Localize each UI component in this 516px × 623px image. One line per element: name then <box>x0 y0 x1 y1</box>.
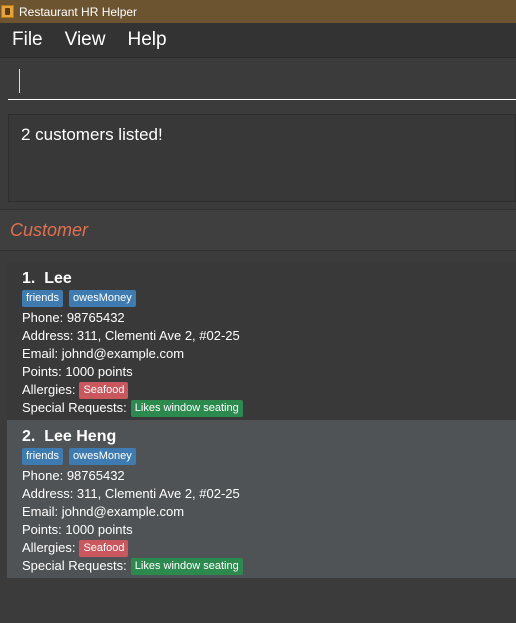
customer-index: 1. <box>22 270 36 287</box>
tag-list: friends owesMoney <box>22 448 516 466</box>
request-badge: Likes window seating <box>130 557 243 575</box>
points-field: Points: 1000 points <box>22 522 133 537</box>
customer-list[interactable]: 1. Lee friends owesMoney Phone: 98765432… <box>7 262 516 578</box>
menu-help[interactable]: Help <box>127 29 166 51</box>
result-display: 2 customers listed! <box>8 114 516 202</box>
address-field: Address: 311, Clementi Ave 2, #02-25 <box>22 328 240 343</box>
tag-badge: owesMoney <box>69 290 136 307</box>
customer-name-text: Lee <box>44 270 72 287</box>
allergy-badge: Seafood <box>79 381 129 399</box>
menu-bar: File View Help <box>0 23 516 57</box>
list-header: Customer <box>0 209 516 251</box>
customer-index: 2. <box>22 428 36 445</box>
phone-field: Phone: 98765432 <box>22 310 125 325</box>
customer-card[interactable]: 2. Lee Heng friends owesMoney Phone: 987… <box>7 420 516 578</box>
title-bar: Restaurant HR Helper <box>0 0 516 23</box>
allergies-label: Allergies: <box>22 382 76 397</box>
allergies-field: Allergies: Seafood <box>22 381 516 399</box>
address-field: Address: 311, Clementi Ave 2, #02-25 <box>22 486 240 501</box>
result-message: 2 customers listed! <box>21 125 163 144</box>
tag-badge: friends <box>22 290 64 307</box>
special-requests-label: Special Requests: <box>22 400 127 415</box>
customer-name: 1. Lee <box>22 268 516 289</box>
tag-badge: owesMoney <box>69 448 136 465</box>
allergy-badge: Seafood <box>79 539 129 557</box>
special-requests-field: Special Requests: Likes window seating <box>22 557 516 575</box>
allergies-label: Allergies: <box>22 540 76 555</box>
window-title: Restaurant HR Helper <box>19 4 138 19</box>
customer-name-text: Lee Heng <box>44 428 117 445</box>
command-box <box>0 58 516 106</box>
customer-name: 2. Lee Heng <box>22 426 516 447</box>
email-field: Email: johnd@example.com <box>22 504 185 519</box>
special-requests-field: Special Requests: Likes window seating <box>22 399 516 417</box>
menu-file[interactable]: File <box>12 29 43 51</box>
request-badge: Likes window seating <box>130 399 243 417</box>
tag-list: friends owesMoney <box>22 290 516 308</box>
email-field: Email: johnd@example.com <box>22 346 185 361</box>
phone-field: Phone: 98765432 <box>22 468 125 483</box>
allergies-field: Allergies: Seafood <box>22 539 516 557</box>
text-caret <box>19 69 20 93</box>
tag-badge: friends <box>22 448 64 465</box>
special-requests-label: Special Requests: <box>22 558 127 573</box>
command-input[interactable] <box>8 66 516 100</box>
app-icon <box>1 5 14 18</box>
points-field: Points: 1000 points <box>22 364 133 379</box>
customer-card[interactable]: 1. Lee friends owesMoney Phone: 98765432… <box>7 262 516 420</box>
section-title: Customer <box>10 220 89 240</box>
menu-view[interactable]: View <box>65 29 106 51</box>
